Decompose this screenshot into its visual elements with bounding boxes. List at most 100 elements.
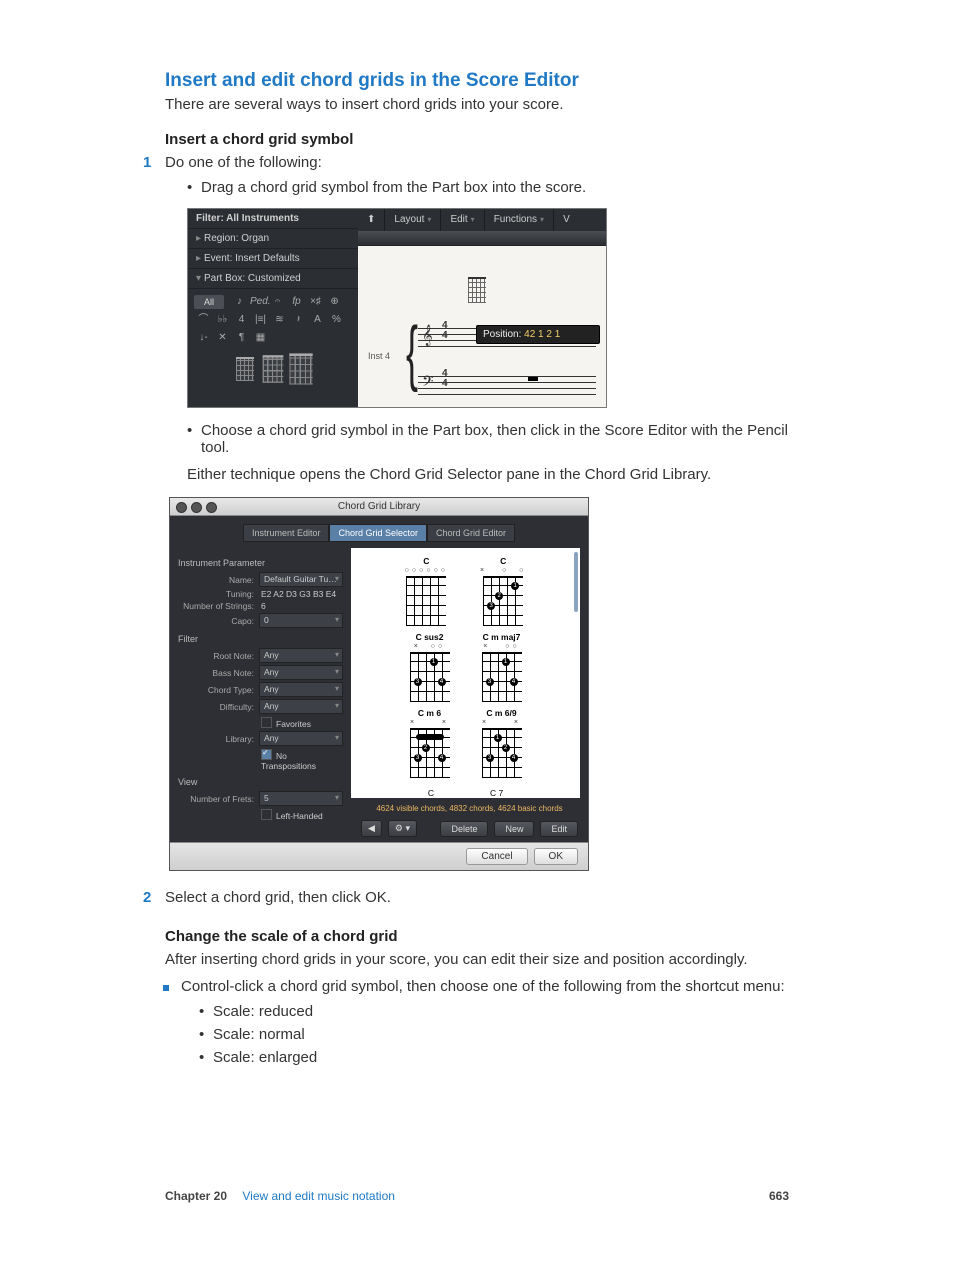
brace-icon: { xyxy=(406,317,418,389)
partbox-tool-icon[interactable]: ⌒ xyxy=(195,312,212,328)
gear-menu[interactable]: ⚙ ▾ xyxy=(388,820,417,837)
chord-grid-library-screenshot: Chord Grid Library Instrument Editor Cho… xyxy=(169,497,589,871)
ruler[interactable] xyxy=(358,231,606,246)
chord-tile[interactable]: C m 6 × × 2 3 4 xyxy=(410,708,450,778)
new-button[interactable]: New xyxy=(494,821,534,837)
chord-tile[interactable]: C ○○○○○○ xyxy=(405,556,448,626)
chord-tile[interactable]: C sus2 × ○○ 1 3 4 xyxy=(410,632,450,702)
root-select[interactable]: Any xyxy=(259,648,343,663)
cancel-button[interactable]: Cancel xyxy=(466,848,527,865)
partbox-tool-icon[interactable]: % xyxy=(328,312,345,328)
page-heading: Insert and edit chord grids in the Score… xyxy=(165,70,789,92)
chord-grid-symbol-icon[interactable] xyxy=(263,355,284,383)
name-select[interactable]: Default Guitar Tu… xyxy=(259,572,343,587)
chord-label: C xyxy=(428,788,434,798)
step-2-text: Select a chord grid, then click OK. xyxy=(165,889,391,906)
chord-label: C 7 xyxy=(490,788,503,798)
partbox-tool-icon[interactable]: |≡| xyxy=(252,312,269,328)
up-arrow-icon[interactable]: ⬆ xyxy=(358,209,384,231)
subhead-insert: Insert a chord grid symbol xyxy=(165,131,789,148)
partbox-tool-icon[interactable]: ▦ xyxy=(252,330,269,346)
chord-type-select[interactable]: Any xyxy=(259,682,343,697)
bass-clef-icon: 𝄢 xyxy=(422,367,434,399)
step-1-number: 1 xyxy=(143,154,151,171)
partbox-tool-icon[interactable]: 𝄽 xyxy=(290,312,307,328)
partbox-tool-icon[interactable]: ¶ xyxy=(233,330,250,346)
library-select[interactable]: Any xyxy=(259,731,343,746)
chord-tile[interactable]: C m maj7 × ○○ 1 3 4 xyxy=(482,632,522,702)
chord-grid-gallery[interactable]: C ○○○○○○ C × ○ ○ 1 2 xyxy=(351,548,580,798)
tab-bar: Instrument Editor Chord Grid Selector Ch… xyxy=(170,516,588,548)
partbox-tool-icon[interactable]: ×♯ xyxy=(307,294,324,310)
bullet-drag: Drag a chord grid symbol from the Part b… xyxy=(187,179,789,196)
partbox-row[interactable]: ▾Part Box: Customized xyxy=(188,269,358,289)
either-text: Either technique opens the Chord Grid Se… xyxy=(187,466,789,483)
chord-grid-symbol-icon[interactable] xyxy=(289,353,312,384)
scale-normal: Scale: normal xyxy=(199,1026,789,1043)
chord-tile[interactable]: C m 6/9 × × 1 2 3 4 xyxy=(482,708,522,778)
partbox-tool-icon[interactable]: ✕ xyxy=(214,330,231,346)
view-head: View xyxy=(178,777,343,787)
tab-instrument-editor[interactable]: Instrument Editor xyxy=(243,524,330,542)
instrument-label: Inst 4 xyxy=(368,351,390,361)
filter-row[interactable]: Filter: All Instruments xyxy=(188,209,358,229)
dragged-chord-grid-icon xyxy=(468,277,486,303)
score-canvas[interactable]: Inst 4 { 𝄞 44 𝄢 44 Position: 42 1 xyxy=(358,231,606,407)
edit-menu[interactable]: Edit▾ xyxy=(441,209,483,231)
layout-menu[interactable]: Layout▾ xyxy=(385,209,440,231)
partbox-tool-icon[interactable]: ≋ xyxy=(271,312,288,328)
page-footer: Chapter 20 View and edit music notation … xyxy=(165,1189,789,1203)
strings-value: 6 xyxy=(259,601,343,611)
left-handed-checkbox[interactable]: Left-Handed xyxy=(259,808,343,821)
partbox-tool-icon[interactable]: ⊕ xyxy=(326,294,343,310)
partbox-tool-icon[interactable]: Ped. xyxy=(250,294,267,310)
minimize-icon[interactable] xyxy=(191,502,202,513)
step-1-text: Do one of the following: xyxy=(165,154,322,171)
play-button[interactable]: ◀ xyxy=(361,820,382,837)
difficulty-select[interactable]: Any xyxy=(259,699,343,714)
change-scale-desc: After inserting chord grids in your scor… xyxy=(165,951,789,968)
partbox-tool-icon[interactable]: 𝄐 xyxy=(269,294,286,310)
tab-chord-grid-selector[interactable]: Chord Grid Selector xyxy=(329,524,427,542)
edit-button[interactable]: Edit xyxy=(540,821,578,837)
intro-text: There are several ways to insert chord g… xyxy=(165,96,789,113)
score-toolbar: ⬆ Layout▾ Edit▾ Functions▾ V xyxy=(358,209,606,232)
frets-select[interactable]: 5 xyxy=(259,791,343,806)
page-number: 663 xyxy=(769,1189,789,1203)
inspector-panel: Filter: All Instruments ▸Region: Organ ▸… xyxy=(188,209,358,407)
truncated-menu[interactable]: V xyxy=(554,209,579,231)
bass-select[interactable]: Any xyxy=(259,665,343,680)
partbox-tool-icon[interactable]: ♭♭ xyxy=(214,312,231,328)
chapter-title: View and edit music notation xyxy=(242,1189,395,1203)
window-controls[interactable] xyxy=(176,502,217,513)
ok-button[interactable]: OK xyxy=(534,848,578,865)
capo-select[interactable]: 0 xyxy=(259,613,343,628)
functions-menu[interactable]: Functions▾ xyxy=(485,209,553,231)
score-editor-screenshot: Filter: All Instruments ▸Region: Organ ▸… xyxy=(187,208,607,408)
scale-enlarged: Scale: enlarged xyxy=(199,1049,789,1066)
partbox-tool-icon[interactable]: ↓- xyxy=(195,330,212,346)
treble-clef-icon: 𝄞 xyxy=(422,319,433,351)
tab-chord-grid-editor[interactable]: Chord Grid Editor xyxy=(427,524,515,542)
left-params: Instrument Parameter Name:Default Guitar… xyxy=(170,548,351,842)
zoom-icon[interactable] xyxy=(206,502,217,513)
no-transpositions-checkbox[interactable]: No Transpositions xyxy=(259,748,343,771)
partbox-tool-icon[interactable]: A xyxy=(309,312,326,328)
step-2: 2 Select a chord grid, then click OK. xyxy=(143,889,789,906)
control-click-text: Control-click a chord grid symbol, then … xyxy=(163,978,789,995)
status-bar: 4624 visible chords, 4832 chords, 4624 b… xyxy=(351,802,588,815)
delete-button[interactable]: Delete xyxy=(440,821,488,837)
event-row[interactable]: ▸Event: Insert Defaults xyxy=(188,249,358,269)
partbox-tool-icon[interactable]: 4 xyxy=(233,312,250,328)
favorites-checkbox[interactable]: Favorites xyxy=(259,716,343,729)
time-signature: 44 xyxy=(442,369,448,389)
filter-head: Filter xyxy=(178,634,343,644)
chord-grid-symbol-icon[interactable] xyxy=(236,357,254,381)
close-icon[interactable] xyxy=(176,502,187,513)
region-row[interactable]: ▸Region: Organ xyxy=(188,229,358,249)
partbox-all-button[interactable]: All xyxy=(194,295,224,309)
chord-tile[interactable]: C × ○ ○ 1 2 3 xyxy=(480,556,526,626)
scale-reduced: Scale: reduced xyxy=(199,1003,789,1020)
partbox-tool-icon[interactable]: fp xyxy=(288,294,305,310)
partbox-tool-icon[interactable]: ♪ xyxy=(231,294,248,310)
